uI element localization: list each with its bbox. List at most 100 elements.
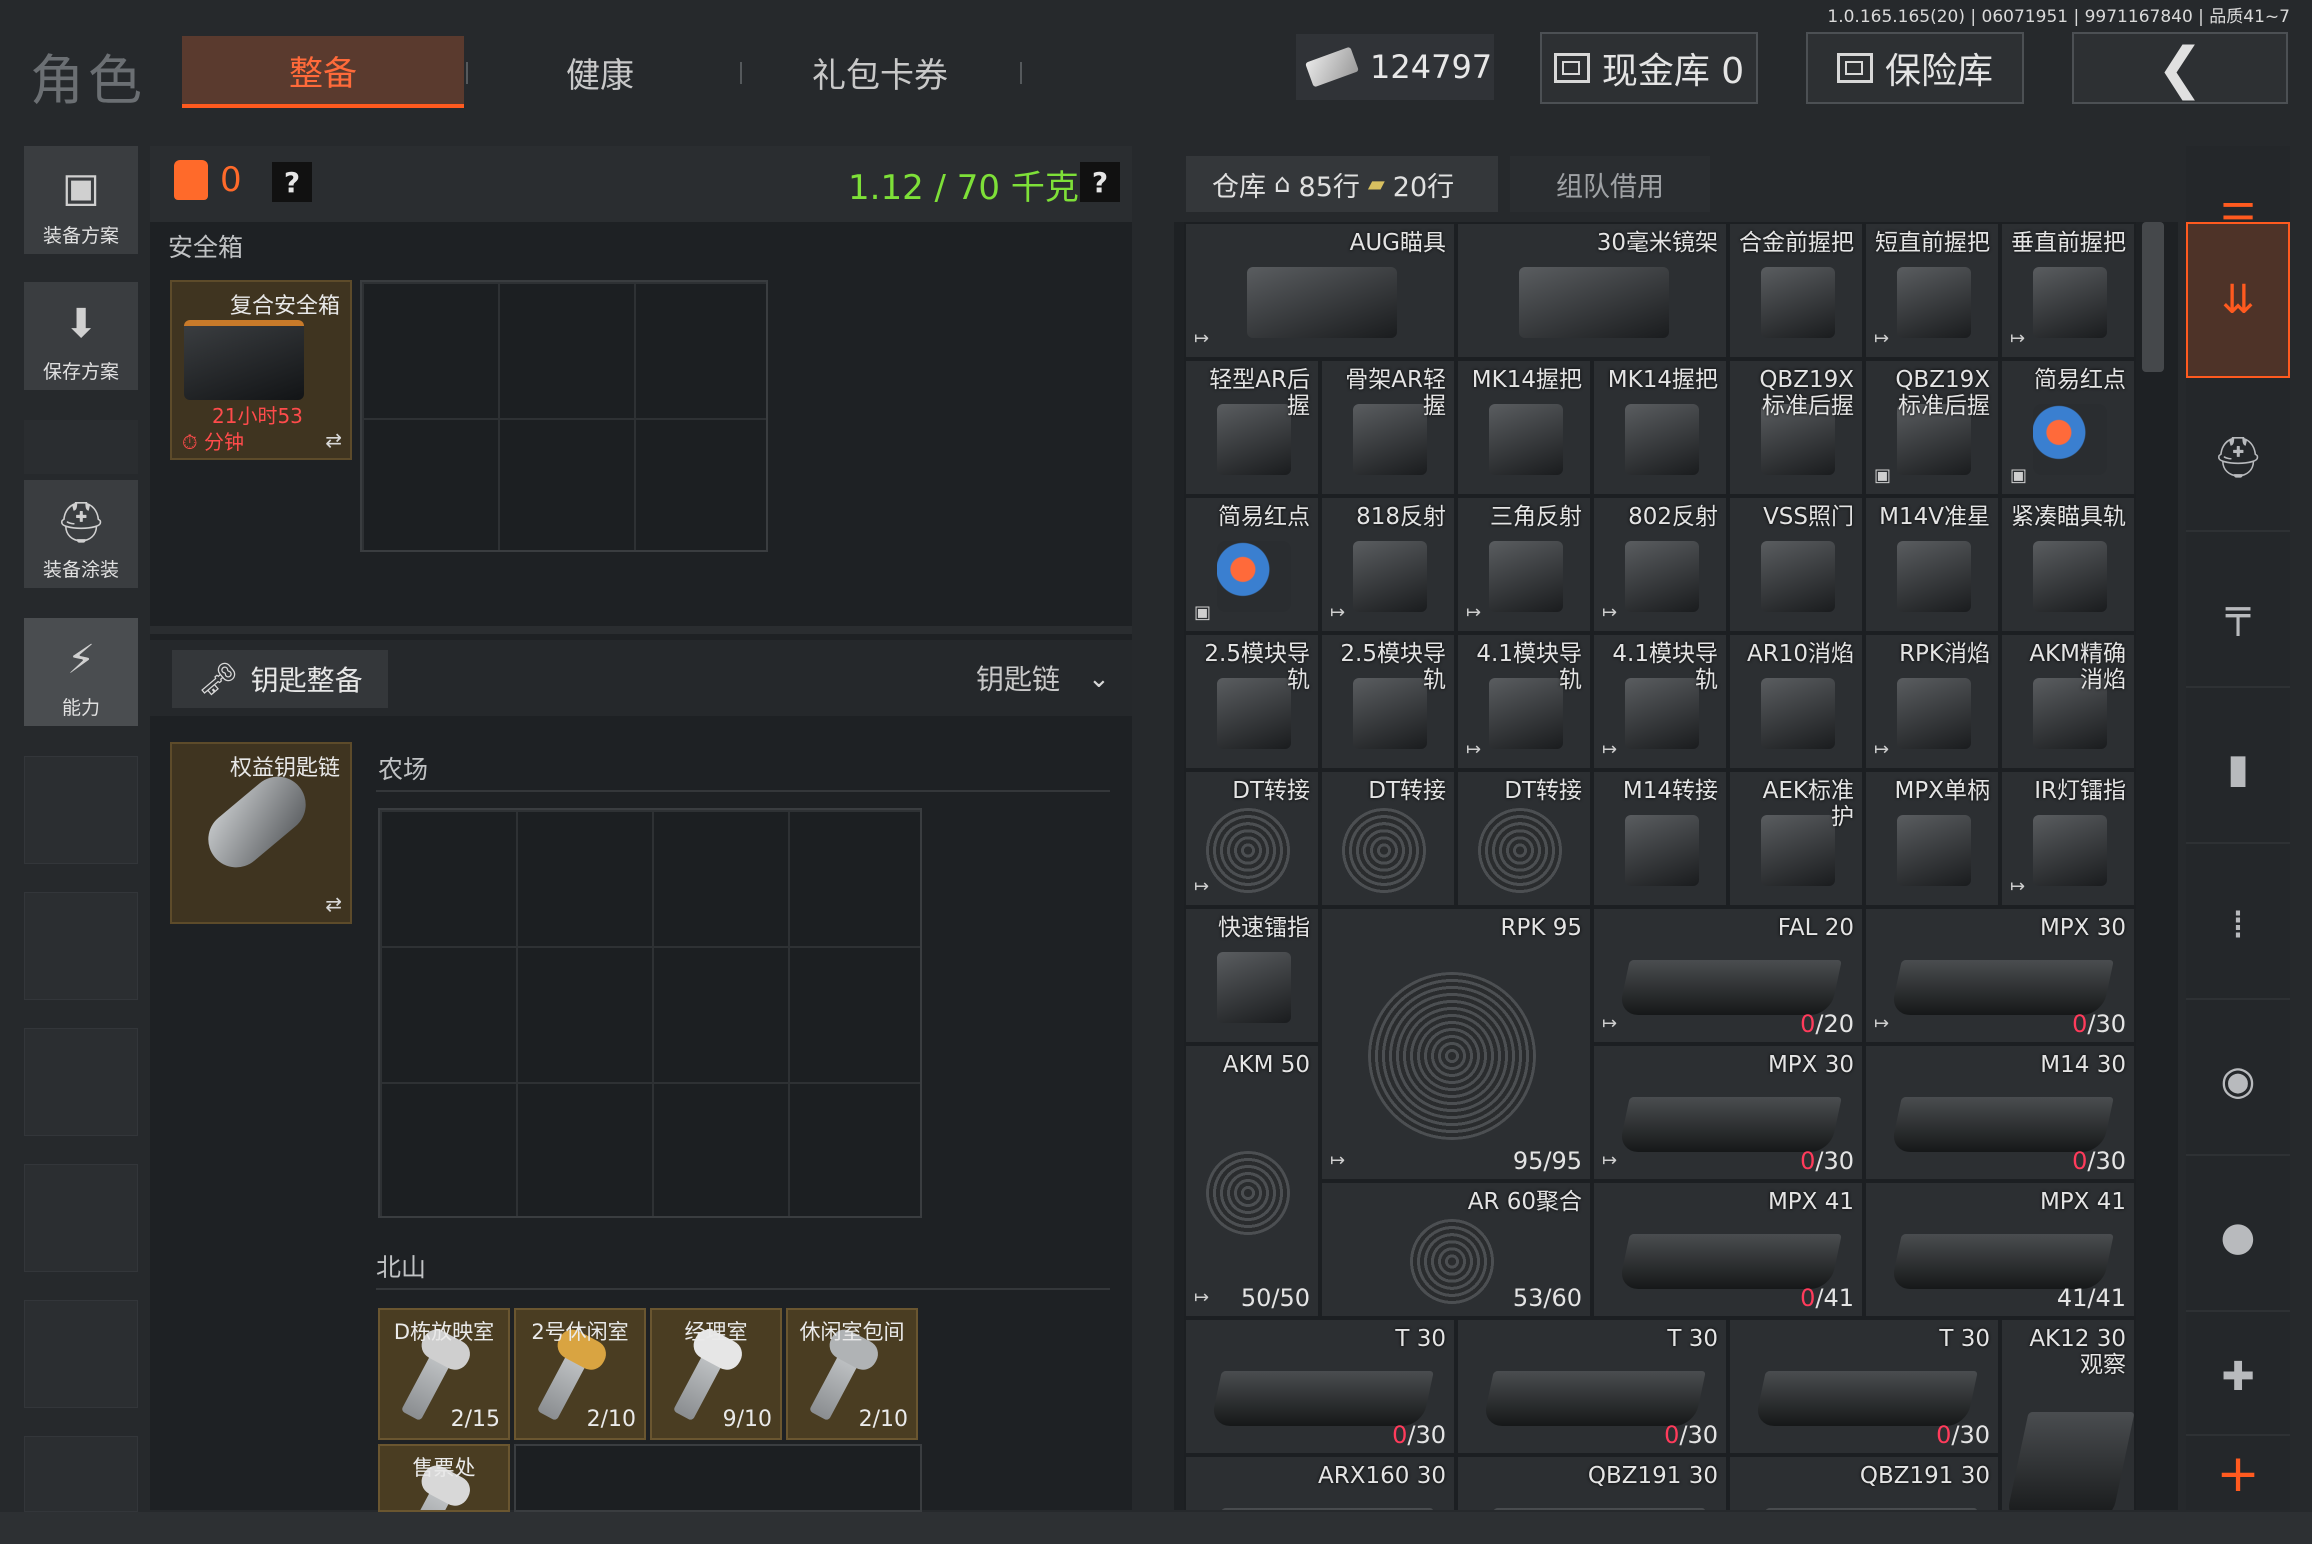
warehouse-item[interactable]: 4.1模块导 轨 ↦: [1592, 633, 1728, 770]
tab-health[interactable]: 健康: [490, 36, 710, 108]
warehouse-item[interactable]: QBZ19X 标准后握 ▣: [1864, 359, 2000, 496]
home-icon: ⌂: [1274, 169, 1291, 199]
warehouse-item[interactable]: MK14握把: [1456, 359, 1592, 496]
warehouse-item[interactable]: T 30 0/30: [1456, 1318, 1728, 1455]
warehouse-item[interactable]: 818反射 ↦: [1320, 496, 1456, 633]
warehouse-item[interactable]: 三角反射 ↦: [1456, 496, 1592, 633]
warehouse-item[interactable]: 短直前握把 ↦: [1864, 222, 2000, 359]
warehouse-item[interactable]: DT转接 ↦: [1184, 770, 1320, 907]
category-rifle[interactable]: ╤: [2186, 540, 2290, 688]
item-ammo-capacity: 53/60: [1512, 1284, 1582, 1312]
item-name: IR灯镭指: [2034, 778, 2126, 804]
warehouse-item[interactable]: 30毫米镜架: [1456, 222, 1728, 359]
item-ammo-count: 0/41: [1800, 1284, 1854, 1312]
warehouse-item[interactable]: 快速镭指: [1184, 907, 1320, 1044]
warehouse-item[interactable]: M14 30 0/30: [1864, 1044, 2136, 1181]
swap-icon[interactable]: ⇄: [325, 892, 342, 916]
farm-key-grid[interactable]: [378, 808, 922, 1218]
warehouse-item[interactable]: AK12 30 观察: [2000, 1318, 2136, 1510]
safe-store-button[interactable]: 保险库: [1806, 32, 2024, 104]
warehouse-tab[interactable]: 仓库 ⌂ 85行 ▰ 20行: [1186, 156, 1498, 212]
warehouse-scrollbar[interactable]: [2142, 222, 2164, 372]
category-medical[interactable]: ✚: [2186, 1320, 2290, 1436]
tab-gift-cards[interactable]: 礼包卡券: [760, 36, 1000, 108]
key-item[interactable]: 售票处: [378, 1444, 510, 1512]
sidebar-empty-slot: [24, 756, 138, 864]
chevron-down-icon[interactable]: ⌄: [1088, 664, 1110, 694]
category-magazine[interactable]: ▮: [2186, 696, 2290, 844]
warehouse-item[interactable]: MPX 30 ↦ 0/30: [1592, 1044, 1864, 1181]
warehouse-item[interactable]: M14V准星: [1864, 496, 2000, 633]
sidebar-item-equip-plan[interactable]: ▣ 装备方案: [24, 146, 138, 254]
warehouse-item[interactable]: 骨架AR轻 握: [1320, 359, 1456, 496]
safe-box-grid[interactable]: [360, 280, 768, 552]
warehouse-item[interactable]: MPX 30 ↦ 0/30: [1864, 907, 2136, 1044]
category-all[interactable]: ⇊: [2186, 222, 2290, 378]
warehouse-item[interactable]: 简易红点 ▣: [1184, 496, 1320, 633]
warehouse-item[interactable]: T 30 0/30: [1728, 1318, 2000, 1455]
bottom-bar: [0, 1512, 2312, 1544]
warehouse-item[interactable]: IR灯镭指 ↦: [2000, 770, 2136, 907]
sidebar-item-ability[interactable]: ⚡ 能力: [24, 618, 138, 726]
warehouse-item[interactable]: AKM精确 消焰: [2000, 633, 2136, 770]
warehouse-item[interactable]: 紧凑瞄具轨: [2000, 496, 2136, 633]
warehouse-item[interactable]: DT转接: [1320, 770, 1456, 907]
keychain-tab[interactable]: 🗝 钥匙整备: [172, 650, 388, 708]
warehouse-item[interactable]: AEK标准 护: [1728, 770, 1864, 907]
warehouse-item[interactable]: 简易红点 ▣: [2000, 359, 2136, 496]
warehouse-item[interactable]: MK14握把: [1592, 359, 1728, 496]
key-item[interactable]: 经理室 9/10: [650, 1308, 782, 1440]
safe-box-card[interactable]: 复合安全箱 21小时53 ⏱ 分钟 ⇄: [170, 280, 352, 460]
warehouse-item[interactable]: 合金前握把: [1728, 222, 1864, 359]
north-key-grid[interactable]: [514, 1444, 922, 1512]
category-grenade[interactable]: ●: [2186, 1164, 2290, 1312]
warehouse-item[interactable]: VSS照门: [1728, 496, 1864, 633]
item-tag-icon: ↦: [1194, 876, 1210, 897]
key-item[interactable]: 2号休闲室 2/10: [514, 1308, 646, 1440]
warehouse-item[interactable]: AR10消焰: [1728, 633, 1864, 770]
warehouse-item[interactable]: MPX单柄: [1864, 770, 2000, 907]
warehouse-item[interactable]: 4.1模块导 轨 ↦: [1456, 633, 1592, 770]
warehouse-item[interactable]: 2.5模块导 轨: [1184, 633, 1320, 770]
category-ammo[interactable]: ⁞: [2186, 852, 2290, 1000]
team-borrow-tab[interactable]: 组队借用: [1510, 156, 1710, 212]
warehouse-item[interactable]: RPK 95 ↦ 95/95: [1320, 907, 1592, 1181]
warehouse-grid[interactable]: AUG瞄具 ↦ 30毫米镜架 合金前握把 短直前握把 ↦ 垂直前握把 ↦ 轻型AR后 握骨架AR…: [1184, 222, 2136, 1510]
warehouse-item[interactable]: ARX160 30: [1184, 1455, 1456, 1510]
warehouse-item[interactable]: QBZ191 30: [1456, 1455, 1728, 1510]
keychain-card[interactable]: 权益钥匙链 ⇄: [170, 742, 352, 924]
warehouse-item[interactable]: 802反射 ↦: [1592, 496, 1728, 633]
warehouse-item[interactable]: RPK消焰 ↦: [1864, 633, 2000, 770]
help-button[interactable]: ?: [272, 162, 312, 202]
back-button[interactable]: ❮: [2072, 32, 2288, 104]
warehouse-item[interactable]: 2.5模块导 轨: [1320, 633, 1456, 770]
warehouse-item[interactable]: T 30 0/30: [1184, 1318, 1456, 1455]
sidebar-item-save-plan[interactable]: ⬇ 保存方案: [24, 282, 138, 390]
warehouse-item[interactable]: M14转接: [1592, 770, 1728, 907]
category-sight[interactable]: ◉: [2186, 1008, 2290, 1156]
warehouse-item[interactable]: 轻型AR后 握: [1184, 359, 1320, 496]
key-item[interactable]: D栋放映室 2/15: [378, 1308, 510, 1440]
warehouse-item[interactable]: AKM 50 ↦ 50/50: [1184, 1044, 1320, 1318]
tab-equip[interactable]: 整备: [182, 36, 464, 108]
warehouse-item[interactable]: AR 60聚合 53/60: [1320, 1181, 1592, 1318]
warehouse-item[interactable]: QBZ191 30: [1728, 1455, 2000, 1510]
warehouse-item[interactable]: AUG瞄具 ↦: [1184, 222, 1456, 359]
weight-help-button[interactable]: ?: [1080, 162, 1120, 202]
sidebar-item-label: 保存方案: [42, 361, 119, 383]
keychain-dropdown[interactable]: 钥匙链: [976, 658, 1060, 698]
sidebar-item-camo[interactable]: ⛑ 装备涂装: [24, 480, 138, 588]
item-tag-icon: ↦: [1602, 1013, 1618, 1034]
warehouse-item[interactable]: 垂直前握把 ↦: [2000, 222, 2136, 359]
swap-icon[interactable]: ⇄: [325, 428, 342, 452]
keychain-name: 权益钥匙链: [229, 756, 340, 781]
warehouse-item[interactable]: MPX 41 0/41: [1592, 1181, 1864, 1318]
warehouse-item[interactable]: MPX 41 41/41: [1864, 1181, 2136, 1318]
warehouse-item[interactable]: QBZ19X 标准后握: [1728, 359, 1864, 496]
category-helmet[interactable]: ⛑: [2186, 384, 2290, 532]
add-category-button[interactable]: +: [2186, 1436, 2290, 1512]
warehouse-item[interactable]: DT转接: [1456, 770, 1592, 907]
warehouse-item[interactable]: FAL 20 ↦ 0/20: [1592, 907, 1864, 1044]
key-item[interactable]: 休闲室包间 2/10: [786, 1308, 918, 1440]
cash-store-button[interactable]: 现金库 0: [1540, 32, 1758, 104]
